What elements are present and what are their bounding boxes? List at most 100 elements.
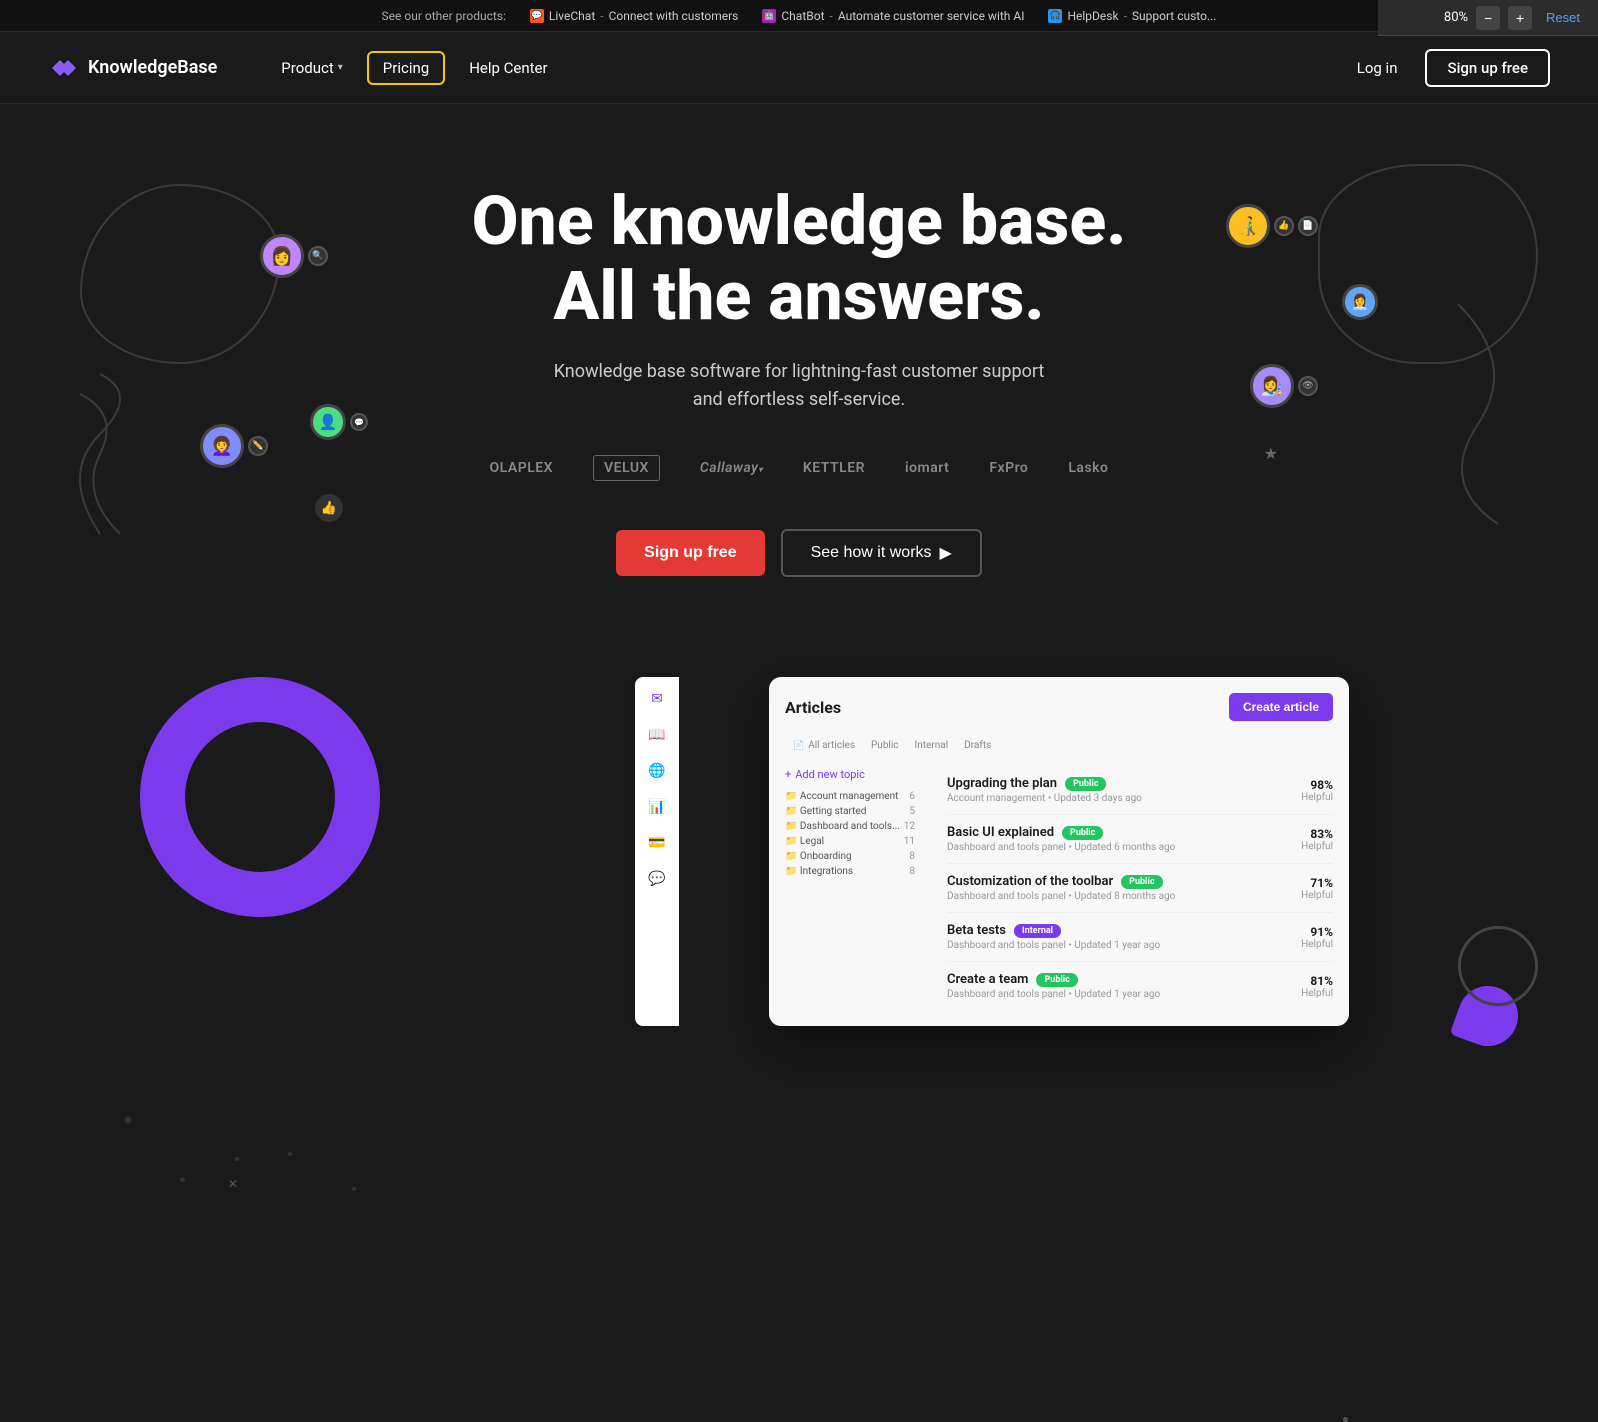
zoom-out-button[interactable]: − (1476, 6, 1500, 30)
mockup-internal[interactable]: Internal (907, 737, 957, 754)
dot-4 (288, 1152, 292, 1156)
helpdesk-desc: Support custo... (1132, 9, 1217, 23)
avatar-right-2: 👩‍💼 (1342, 284, 1378, 320)
logo[interactable]: KnowledgeBase (48, 56, 217, 80)
dot-3 (180, 1177, 185, 1182)
brand-velux: VELUX (593, 455, 660, 481)
brand-kettler: KETTLER (803, 460, 865, 476)
sidebar-icon-bar: ✉ 📖 🌐 📊 💳 💬 (635, 677, 679, 1026)
chat-badge-icon: 💬 (350, 413, 368, 431)
thumbs-up-icon: 👍 (315, 494, 343, 522)
sidebar-chat-icon: 💬 (647, 869, 667, 889)
article-name-3: Customization of the toolbar Public (947, 874, 1289, 889)
cta-primary-button[interactable]: Sign up free (616, 530, 764, 576)
signup-button[interactable]: Sign up free (1425, 49, 1550, 87)
mockup-nav: 📄 All articles Public Internal Drafts (785, 737, 1333, 754)
search-badge-icon: 🔍 (308, 246, 328, 266)
article-badge-4: Internal (1014, 924, 1061, 938)
cta-secondary-button[interactable]: See how it works ▶ (781, 529, 982, 577)
mockup-articles-title: Articles (785, 698, 841, 717)
article-info-2: Basic UI explained Public Dashboard and … (947, 825, 1289, 853)
arrow-icon: ▶ (940, 543, 952, 563)
sidebar-link-account[interactable]: 📁 Account management6 (785, 789, 915, 804)
reset-button[interactable]: Reset (1540, 8, 1586, 27)
mockup-section: ✕ ✕ ✉ 📖 🌐 📊 💳 💬 Articles Create article … (0, 637, 1598, 1066)
dot-1 (125, 1117, 131, 1123)
nav-help-center[interactable]: Help Center (453, 51, 563, 85)
deco-circle-left (80, 184, 280, 364)
helpdesk-icon: 🎧 (1048, 9, 1062, 23)
dashboard-wrapper: ✉ 📖 🌐 📊 💳 💬 Articles Create article 📄 Al… (689, 677, 1349, 1026)
sidebar-card-icon: 💳 (647, 833, 667, 853)
mockup-all-articles[interactable]: 📄 All articles (785, 737, 863, 754)
avatar-bubble-right-2: 👩‍💼 (1342, 284, 1378, 320)
articles-list: Upgrading the plan Public Account manage… (947, 766, 1333, 1010)
zoom-in-button[interactable]: + (1508, 6, 1532, 30)
livechat-icon: 💬 (530, 9, 544, 23)
avatar-bubble-1: 👩 🔍 (260, 234, 328, 278)
article-row-4[interactable]: Beta tests Internal Dashboard and tools … (947, 913, 1333, 962)
sidebar-chart-icon: 📊 (647, 797, 667, 817)
thumbs-right-icon: 👍 (1274, 216, 1294, 236)
avatar-bubble-right-3: 👩‍🎨 👁 (1250, 364, 1318, 408)
article-stat-3: 71% Helpful (1301, 876, 1333, 901)
main-nav: KnowledgeBase Product ▾ Pricing Help Cen… (0, 32, 1598, 104)
sidebar-link-legal[interactable]: 📁 Legal11 (785, 834, 915, 849)
dot-5 (352, 1187, 356, 1191)
zoom-level: 80% (1444, 10, 1468, 25)
mockup-drafts[interactable]: Drafts (956, 737, 999, 754)
article-row-5[interactable]: Create a team Public Dashboard and tools… (947, 962, 1333, 1010)
see-other-text: See our other products: (382, 9, 506, 23)
brand-olaplex: OLAPLEX (490, 460, 554, 476)
hero-title: One knowledge base. All the answers. (472, 184, 1127, 334)
article-meta-2: Dashboard and tools panel • Updated 6 mo… (947, 842, 1289, 853)
deco-squiggle-right (1358, 284, 1558, 534)
article-badge-1: Public (1065, 777, 1106, 791)
sidebar-globe-icon: 🌐 (647, 761, 667, 781)
article-badge-2: Public (1062, 826, 1103, 840)
logo-text: KnowledgeBase (88, 57, 217, 78)
nav-links: Product ▾ Pricing Help Center (265, 51, 1340, 85)
article-row-2[interactable]: Basic UI explained Public Dashboard and … (947, 815, 1333, 864)
article-name-5: Create a team Public (947, 972, 1289, 987)
circle-outline-small (1458, 926, 1538, 1006)
article-stat-5: 81% Helpful (1301, 974, 1333, 999)
add-new-topic-link[interactable]: + Add new topic (785, 766, 915, 783)
livechat-label: LiveChat (549, 9, 595, 23)
helpdesk-label: HelpDesk (1067, 9, 1118, 23)
sidebar-links-list: 📁 Account management6 📁 Getting started5… (785, 789, 915, 879)
nav-product[interactable]: Product ▾ (265, 51, 358, 85)
sidebar-link-dashboard[interactable]: 📁 Dashboard and tools...12 (785, 819, 915, 834)
avatar-right-1: 👨‍🦯 (1226, 204, 1270, 248)
mockup-content-area: + Add new topic 📁 Account management6 📁 … (785, 766, 1333, 1010)
chatbot-link[interactable]: 🤖 ChatBot - Automate customer service wi… (762, 9, 1024, 23)
login-button[interactable]: Log in (1341, 51, 1414, 85)
sidebar-link-integrations[interactable]: 📁 Integrations8 (785, 864, 915, 879)
article-meta-4: Dashboard and tools panel • Updated 1 ye… (947, 940, 1289, 951)
article-stat-4: 91% Helpful (1301, 925, 1333, 950)
article-row-3[interactable]: Customization of the toolbar Public Dash… (947, 864, 1333, 913)
mockup-public[interactable]: Public (863, 737, 907, 754)
avatar-2: 👩‍🦱 (200, 424, 244, 468)
avatar-bubble-3: 👤 💬 (310, 404, 368, 440)
helpdesk-link[interactable]: 🎧 HelpDesk - Support custo... (1048, 9, 1216, 23)
create-article-button[interactable]: Create article (1229, 693, 1333, 721)
avatar-3: 👤 (310, 404, 346, 440)
eye-badge-icon: 👁 (1298, 376, 1318, 396)
doc-right-icon: 📄 (1298, 216, 1318, 236)
sidebar-mail-icon: ✉ (647, 689, 667, 709)
article-row-1[interactable]: Upgrading the plan Public Account manage… (947, 766, 1333, 815)
nav-pricing[interactable]: Pricing (367, 51, 445, 85)
article-info-1: Upgrading the plan Public Account manage… (947, 776, 1289, 804)
dot-2 (235, 1157, 239, 1161)
avatar-bubble-2: 👩‍🦱 ✏️ (200, 424, 268, 468)
sidebar-link-getting-started[interactable]: 📁 Getting started5 (785, 804, 915, 819)
star-deco-right: ★ (1264, 444, 1278, 463)
sidebar-link-onboarding[interactable]: 📁 Onboarding8 (785, 849, 915, 864)
chatbot-label: ChatBot (781, 9, 824, 23)
announcement-bar: See our other products: 💬 LiveChat - Con… (0, 0, 1598, 32)
deco-circle-right (1318, 164, 1538, 364)
mockup-header: Articles Create article (785, 693, 1333, 721)
logo-icon (48, 56, 80, 80)
livechat-link[interactable]: 💬 LiveChat - Connect with customers (530, 9, 738, 23)
